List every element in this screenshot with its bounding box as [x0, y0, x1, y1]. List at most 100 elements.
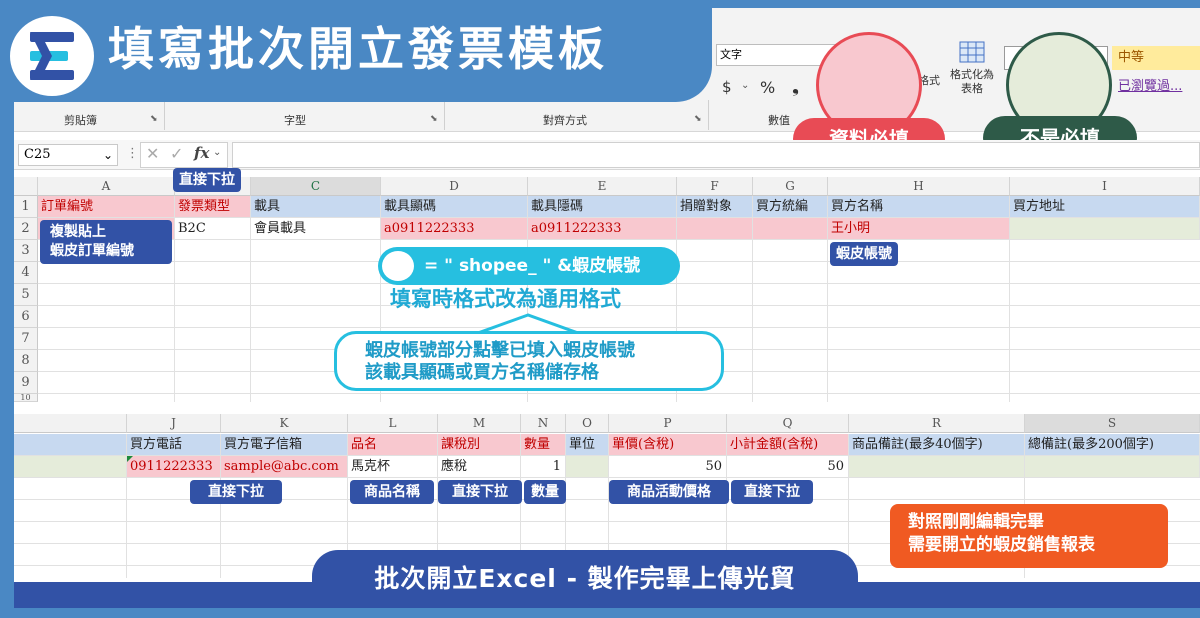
row-header-3[interactable]: 3	[14, 240, 38, 262]
col-header-r[interactable]: R	[849, 414, 1025, 433]
footer-title-box: 批次開立Excel - 製作完畢上傳光貿	[312, 550, 858, 608]
col-header-s[interactable]: S	[1025, 414, 1200, 433]
currency-button[interactable]: $	[722, 78, 732, 96]
cell-buyer-email[interactable]: sample@abc.com	[221, 456, 348, 478]
header-quantity[interactable]: 數量	[521, 434, 566, 456]
header-total-note[interactable]: 總備註(最多200個字)	[1025, 434, 1200, 456]
header-buyer-email[interactable]: 買方電子信箱	[221, 434, 348, 456]
col-header-p[interactable]: P	[609, 414, 727, 433]
chevron-down-icon[interactable]: ⌄	[103, 145, 113, 165]
cell-carrier-visible[interactable]: a0911222333	[381, 218, 528, 240]
row-header-8[interactable]: 8	[14, 350, 38, 372]
format-as-table-label-1: 格式化為	[950, 68, 994, 81]
col-header-e[interactable]: E	[528, 177, 677, 196]
col-header-i[interactable]: I	[1010, 177, 1200, 196]
comma-style-button[interactable]: ❟	[792, 76, 799, 97]
chevron-down-icon[interactable]: ⌄	[741, 80, 749, 91]
cell-unit-price[interactable]: 50	[609, 456, 727, 478]
col-header-l[interactable]: L	[348, 414, 438, 433]
header-product-name[interactable]: 品名	[348, 434, 438, 456]
select-all-corner[interactable]	[14, 177, 38, 196]
row-header-9[interactable]: 9	[14, 372, 38, 394]
insert-function-button[interactable]: fx	[194, 144, 209, 162]
col-header-blank[interactable]	[14, 414, 127, 433]
header-buyer-address[interactable]: 買方地址	[1010, 196, 1200, 218]
header-carrier-visible[interactable]: 載具顯碼	[381, 196, 528, 218]
header-carrier[interactable]: 載具	[251, 196, 381, 218]
header-buyer-tax-id[interactable]: 買方統編	[753, 196, 828, 218]
style-visited[interactable]: 已瀏覽過...	[1112, 76, 1200, 98]
col-header-g[interactable]: G	[753, 177, 828, 196]
row-header-4[interactable]: 4	[14, 262, 38, 284]
header-order-number[interactable]: 訂單編號	[38, 196, 175, 218]
note-pointer-icon	[478, 313, 578, 333]
col-header-h[interactable]: H	[828, 177, 1010, 196]
cell-product-name[interactable]: 馬克杯	[348, 456, 438, 478]
header-buyer-name[interactable]: 買方名稱	[828, 196, 1010, 218]
col-header-c[interactable]: C	[251, 177, 381, 196]
header-invoice-type[interactable]: 發票類型	[175, 196, 251, 218]
header-unit-price[interactable]: 單價(含稅)	[609, 434, 727, 456]
header-carrier-hidden[interactable]: 載具隱碼	[528, 196, 677, 218]
logo-badge	[10, 16, 94, 96]
cell-buyer-name[interactable]: 王小明	[828, 218, 1010, 240]
name-box[interactable]: C25 ⌄	[18, 144, 118, 166]
col-header-f[interactable]: F	[677, 177, 753, 196]
copy-paste-line-1: 複製貼上	[50, 224, 106, 240]
cell-total-note[interactable]	[1025, 456, 1200, 478]
dropdown-callout-b: 直接下拉	[173, 168, 241, 192]
cell-carrier[interactable]: 會員載具	[251, 218, 381, 240]
percent-button[interactable]: %	[760, 78, 775, 97]
row-header-2[interactable]: 2	[14, 218, 38, 240]
format-as-table-label-2: 表格	[961, 82, 983, 95]
cell-buyer-tax-id[interactable]	[753, 218, 828, 240]
header-subtotal[interactable]: 小計金額(含稅)	[727, 434, 849, 456]
cell-subtotal[interactable]: 50	[727, 456, 849, 478]
format-as-table-button[interactable]: 格式化為 表格	[944, 40, 1000, 102]
row-header-7[interactable]: 7	[14, 328, 38, 350]
style-medium[interactable]: 中等	[1112, 46, 1200, 70]
header-product-note[interactable]: 商品備註(最多40個字)	[849, 434, 1025, 456]
dialog-launcher-icon[interactable]: ⬊	[430, 114, 438, 124]
row-header-5[interactable]: 5	[14, 284, 38, 306]
name-box-value: C25	[24, 147, 51, 162]
more-options-icon[interactable]: ⋮	[126, 146, 139, 161]
col-header-q[interactable]: Q	[727, 414, 849, 433]
row-header-6[interactable]: 6	[14, 306, 38, 328]
number-format-value: 文字	[720, 48, 742, 61]
dialog-launcher-icon[interactable]: ⬊	[150, 114, 158, 124]
cell-quantity[interactable]: 1	[521, 456, 566, 478]
cell-buyer-address[interactable]	[1010, 218, 1200, 240]
row-header-10[interactable]: 10	[14, 394, 38, 402]
cell-tax-type[interactable]: 應稅	[438, 456, 521, 478]
cell-unit[interactable]	[566, 456, 609, 478]
header-donation[interactable]: 捐贈對象	[677, 196, 753, 218]
cell-donation[interactable]	[677, 218, 753, 240]
error-indicator-icon	[127, 456, 133, 462]
bottom-bezel	[0, 608, 1200, 618]
col-header-m[interactable]: M	[438, 414, 521, 433]
enter-icon[interactable]: ✓	[170, 144, 183, 163]
group-clipboard-label: 剪貼簿	[64, 114, 97, 127]
col-header-k[interactable]: K	[221, 414, 348, 433]
header-tax-type[interactable]: 課稅別	[438, 434, 521, 456]
col-header-a[interactable]: A	[38, 177, 175, 196]
header-unit[interactable]: 單位	[566, 434, 609, 456]
data-row-lead[interactable]	[14, 456, 127, 478]
col-header-n[interactable]: N	[521, 414, 566, 433]
col-header-o[interactable]: O	[566, 414, 609, 433]
dialog-launcher-icon[interactable]: ⬊	[694, 114, 702, 124]
row-header-1[interactable]: 1	[14, 196, 38, 218]
cancel-icon[interactable]: ✕	[146, 144, 159, 163]
cell-carrier-hidden[interactable]: a0911222333	[528, 218, 677, 240]
cell-buyer-phone[interactable]: 0911222333	[127, 456, 221, 478]
chevron-down-icon[interactable]: ⌄	[213, 147, 221, 158]
col-header-j[interactable]: J	[127, 414, 221, 433]
header-buyer-phone[interactable]: 買方電話	[127, 434, 221, 456]
formula-input[interactable]	[232, 142, 1200, 168]
cell-product-note[interactable]	[849, 456, 1025, 478]
style-medium-label: 中等	[1118, 50, 1145, 65]
cell-invoice-type[interactable]: B2C	[175, 218, 251, 240]
col-header-d[interactable]: D	[381, 177, 528, 196]
header-row-lead[interactable]	[14, 434, 127, 456]
